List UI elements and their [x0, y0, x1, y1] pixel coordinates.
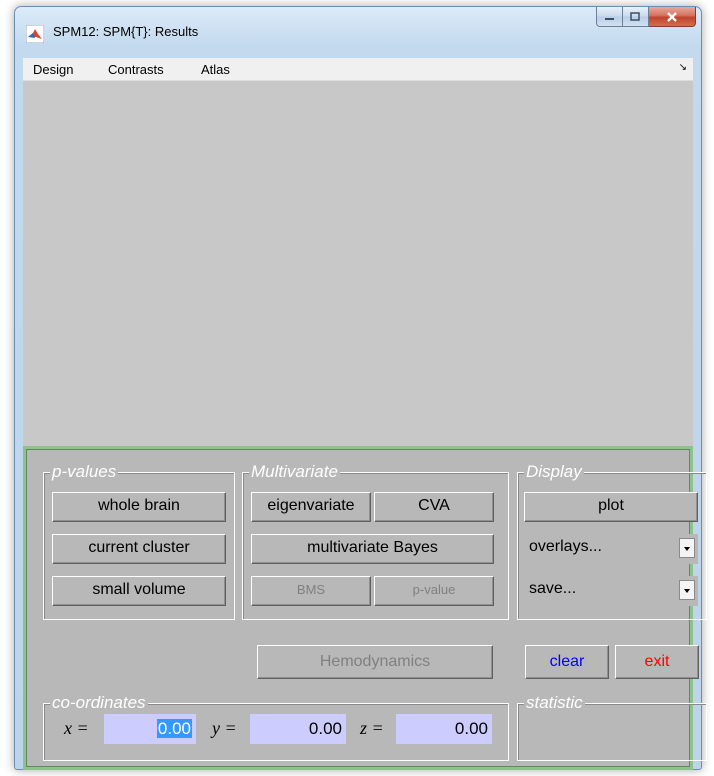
- statistic-title: statistic: [524, 693, 585, 712]
- chevron-down-icon[interactable]: [679, 580, 695, 600]
- minimize-icon: [604, 17, 614, 20]
- results-window: SPM12: SPM{T}: Results Design Contrasts …: [14, 6, 707, 770]
- x-coordinate-value: 0.00: [156, 719, 192, 738]
- small-volume-button[interactable]: small volume: [52, 576, 226, 606]
- menu-corner-icon[interactable]: ↘: [679, 62, 687, 73]
- coordinates-group: co-ordinates x = 0.00 y = 0.00 z = 0.00: [43, 694, 509, 761]
- overlays-label: overlays...: [529, 538, 602, 555]
- x-coordinate-field[interactable]: 0.00: [104, 714, 196, 744]
- plot-button[interactable]: plot: [524, 492, 698, 522]
- pvalues-group: p-values whole brain current cluster sma…: [43, 463, 235, 620]
- display-title: Display: [524, 462, 584, 481]
- display-group: Display plot overlays... save...: [517, 463, 707, 620]
- y-coordinate-field[interactable]: 0.00: [250, 714, 346, 744]
- maximize-icon: [630, 11, 640, 21]
- hemodynamics-button[interactable]: Hemodynamics: [257, 645, 493, 679]
- eigenvariate-button[interactable]: eigenvariate: [251, 492, 371, 522]
- maximize-button[interactable]: [623, 7, 649, 27]
- overlays-dropdown[interactable]: overlays...: [524, 534, 698, 564]
- pvalues-title: p-values: [50, 462, 119, 481]
- multivariate-bayes-button[interactable]: multivariate Bayes: [251, 534, 494, 564]
- x-coordinate-label: x =: [64, 718, 89, 738]
- bms-button[interactable]: BMS: [251, 576, 371, 606]
- cva-button[interactable]: CVA: [374, 492, 494, 522]
- multivariate-group: Multivariate eigenvariate CVA multivaria…: [242, 463, 509, 620]
- window-title: SPM12: SPM{T}: Results: [53, 24, 199, 39]
- save-dropdown[interactable]: save...: [524, 576, 698, 606]
- menu-design[interactable]: Design: [33, 62, 73, 77]
- close-button[interactable]: [649, 7, 696, 27]
- minimize-button[interactable]: [596, 7, 623, 27]
- menu-atlas[interactable]: Atlas: [201, 62, 230, 77]
- menu-bar: Design Contrasts Atlas ↘: [23, 58, 693, 81]
- current-cluster-button[interactable]: current cluster: [52, 534, 226, 564]
- save-label: save...: [529, 580, 577, 597]
- whole-brain-button[interactable]: whole brain: [52, 492, 226, 522]
- menu-contrasts[interactable]: Contrasts: [108, 62, 164, 77]
- z-coordinate-label: z =: [360, 718, 384, 738]
- exit-button[interactable]: exit: [615, 645, 699, 679]
- coordinates-title: co-ordinates: [50, 693, 148, 712]
- z-coordinate-field[interactable]: 0.00: [396, 714, 492, 744]
- multivariate-title: Multivariate: [249, 462, 340, 481]
- graphics-area: [23, 81, 693, 446]
- matlab-icon: [26, 25, 44, 43]
- results-panel: p-values whole brain current cluster sma…: [23, 446, 707, 770]
- clear-button[interactable]: clear: [525, 645, 609, 679]
- title-bar[interactable]: SPM12: SPM{T}: Results: [15, 7, 701, 51]
- y-coordinate-label: y =: [212, 718, 237, 738]
- close-icon: [667, 11, 677, 22]
- pvalue-button[interactable]: p-value: [374, 576, 494, 606]
- chevron-down-icon[interactable]: [679, 538, 695, 558]
- results-panel-inner: p-values whole brain current cluster sma…: [26, 449, 707, 767]
- statistic-group: statistic: [517, 694, 707, 761]
